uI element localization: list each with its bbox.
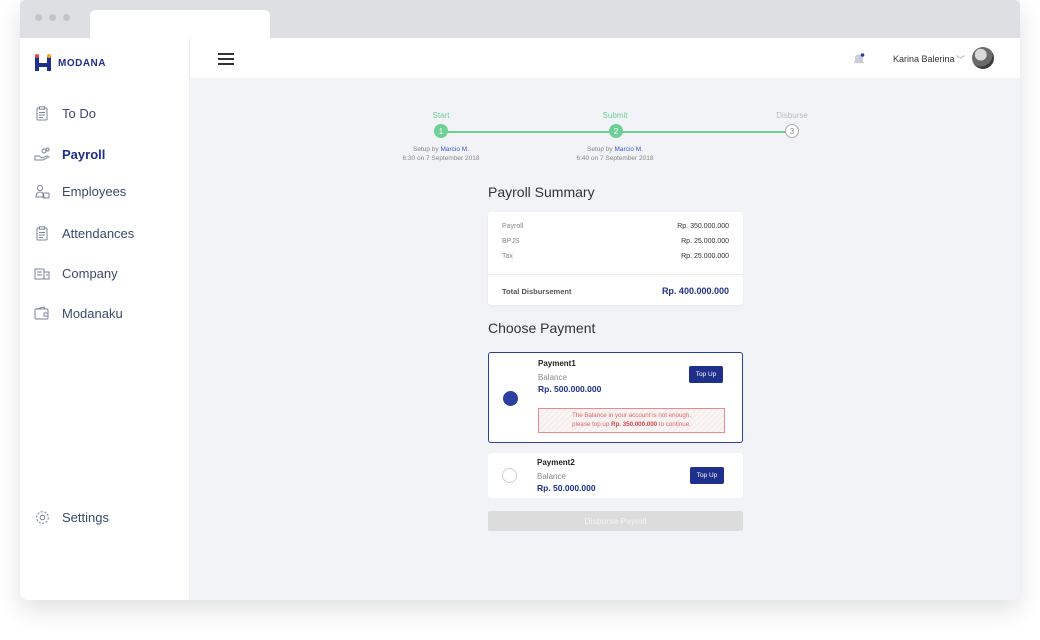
payment-name: Payment2 [537,458,575,467]
step-info-prefix: Setup by [412,146,439,153]
avatar[interactable] [972,47,994,69]
hand-coins-icon [34,146,50,162]
step-label-submit: Submit [602,111,628,120]
balance-label: Balance [537,472,566,481]
gear-icon [34,509,50,525]
warning-text: please top up [572,420,610,428]
balance-value: Rp. 500.000.000 [538,384,602,394]
warning-text: to continue. [658,420,691,428]
summary-label: Tax [502,253,513,260]
sidebar-item-label: Employees [62,183,127,199]
sidebar-item-label: Modanaku [62,305,123,321]
summary-value: Rp. 25.000.000 [681,253,729,260]
sidebar-item-employees[interactable]: Employees [34,183,126,199]
top-up-button[interactable]: Top Up [689,366,723,383]
building-icon [34,265,50,281]
progress-stepper: Start 1 Setup by Marcio M. 6:30 on 7 Sep… [190,78,1020,178]
step-circle-2: 2 [609,124,623,138]
step-info-prefix: Setup by [586,146,613,153]
step-connector [441,131,616,133]
sidebar-item-todo[interactable]: To Do [34,105,96,121]
step-label-disburse: Disburse [776,111,808,120]
total-value: Rp. 400.000.000 [661,286,729,296]
clipboard-icon [34,225,50,241]
browser-tab[interactable] [90,10,270,38]
summary-value: Rp. 25.000.000 [681,238,729,245]
warning-line-1: The Balance in your account is not enoug… [571,412,692,419]
step-number: 3 [789,126,795,136]
chevron-down-icon[interactable]: ﹀ [956,53,965,66]
balance-value: Rp. 50.000.000 [537,483,596,493]
step-circle-1: 1 [434,124,448,138]
summary-label: Payroll [502,223,524,230]
payment-name: Payment1 [538,359,576,368]
summary-row: BPJS Rp. 25.000.000 [502,238,729,245]
main-content: Start 1 Setup by Marcio M. 6:30 on 7 Sep… [190,78,1020,600]
step-circle-3: 3 [785,124,799,138]
insufficient-balance-warning: The Balance in your account is not enoug… [538,408,725,433]
clipboard-icon [34,105,50,121]
close-dot[interactable] [35,14,42,21]
payroll-summary-card: Payroll Rp. 350.000.000 BPJS Rp. 25.000.… [488,212,743,305]
sidebar-item-label: Settings [62,509,109,525]
payment-radio-selected[interactable] [503,391,518,406]
balance-label: Balance [538,373,567,382]
sidebar-item-company[interactable]: Company [34,265,118,281]
sidebar-item-attendances[interactable]: Attendances [34,225,134,241]
total-label: Total Disbursement [502,286,572,296]
warning-amount: Rp. 350.000.000 [611,420,658,428]
disburse-payroll-button[interactable]: Disburse Payroll [488,511,743,531]
step-info-time: 6:30 on 7 September 2018 [402,155,480,162]
sidebar-item-label: Company [62,265,118,281]
user-name[interactable]: Karina Balerina [893,54,955,64]
menu-icon[interactable] [218,53,234,65]
step-info-name[interactable]: Marcio M. [614,146,643,153]
step-info-submit: Setup by Marcio M. 6:40 on 7 September 2… [555,145,675,163]
step-connector [616,131,791,133]
window-controls [35,14,70,21]
step-number: 2 [613,126,619,136]
sidebar-item-modanaku[interactable]: Modanaku [34,305,123,321]
sidebar-item-payroll[interactable]: Payroll [34,146,105,162]
summary-label: BPJS [502,238,520,245]
payment-radio-unselected[interactable] [502,468,517,483]
summary-row: Tax Rp. 25.000.000 [502,253,729,260]
divider [488,274,743,275]
payment-option-1[interactable]: Payment1 Balance Rp. 500.000.000 Top Up … [488,352,743,443]
step-info-name[interactable]: Marcio M. [440,146,469,153]
step-info-start: Setup by Marcio M. 6:30 on 7 September 2… [381,145,501,163]
payroll-summary-title: Payroll Summary [488,184,595,200]
maximize-dot[interactable] [63,14,70,21]
top-bar: Karina Balerina ﹀ [190,38,1020,78]
brand-name: MODANA [58,57,106,69]
choose-payment-title: Choose Payment [488,320,596,336]
sidebar-item-label: To Do [62,105,96,121]
minimize-dot[interactable] [49,14,56,21]
sidebar: MODANA To Do Payroll Employees Attendanc… [20,38,190,600]
logo[interactable]: MODANA [34,54,106,72]
sidebar-item-settings[interactable]: Settings [34,509,109,525]
summary-value: Rp. 350.000.000 [677,223,729,230]
wallet-icon [34,305,50,321]
notification-bell-icon[interactable] [852,52,866,66]
top-up-button[interactable]: Top Up [690,467,724,484]
step-number: 1 [438,126,444,136]
people-icon [34,183,50,199]
total-row: Total Disbursement Rp. 400.000.000 [502,286,729,296]
browser-chrome [20,0,1020,38]
summary-row: Payroll Rp. 350.000.000 [502,223,729,230]
step-info-time: 6:40 on 7 September 2018 [576,155,654,162]
step-label-start: Start [432,111,450,120]
modana-logo-icon [35,54,51,71]
sidebar-item-label: Payroll [62,146,106,162]
sidebar-item-label: Attendances [62,225,135,241]
browser-window: MODANA To Do Payroll Employees Attendanc… [20,0,1020,600]
payment-option-2[interactable]: Payment2 Balance Rp. 50.000.000 Top Up [488,453,743,498]
